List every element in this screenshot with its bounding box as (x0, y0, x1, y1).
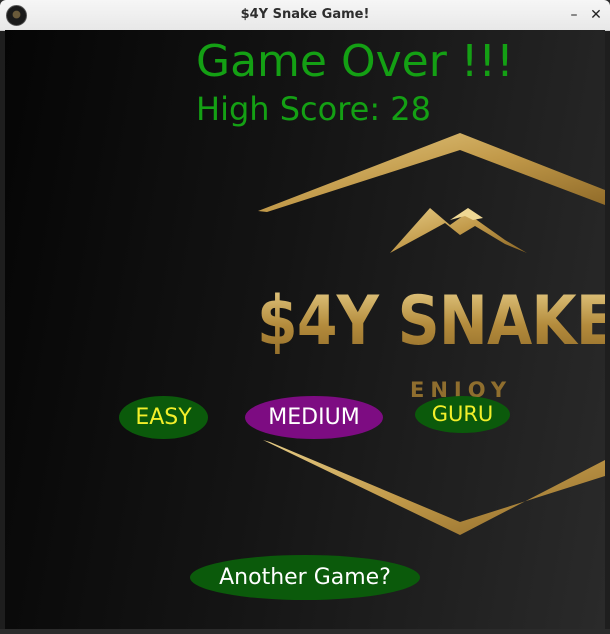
medium-button[interactable]: MEDIUM (245, 396, 383, 439)
another-game-button[interactable]: Another Game? (190, 555, 420, 600)
logo-brand-text: $4Y SNAKE GAME (257, 282, 605, 361)
game-window: $4Y Snake Game! – ✕ $4Y SNAKE GAME (0, 0, 610, 634)
window-title: $4Y Snake Game! (240, 7, 370, 22)
game-canvas: $4Y SNAKE GAME ENJOY Game Over !!! High … (5, 30, 605, 629)
game-over-heading: Game Over !!! (196, 36, 514, 87)
logo-frame-top (258, 133, 605, 212)
title-bar[interactable]: $4Y Snake Game! – ✕ (0, 0, 610, 31)
window-border (0, 629, 610, 634)
easy-button[interactable]: EASY (119, 396, 208, 439)
minimize-button[interactable]: – (565, 6, 583, 24)
guru-button[interactable]: GURU (415, 396, 510, 433)
logo-frame-bottom (263, 440, 605, 535)
close-button[interactable]: ✕ (587, 6, 605, 24)
high-score: High Score: 28 (196, 90, 432, 128)
mountain-icon (390, 208, 527, 253)
